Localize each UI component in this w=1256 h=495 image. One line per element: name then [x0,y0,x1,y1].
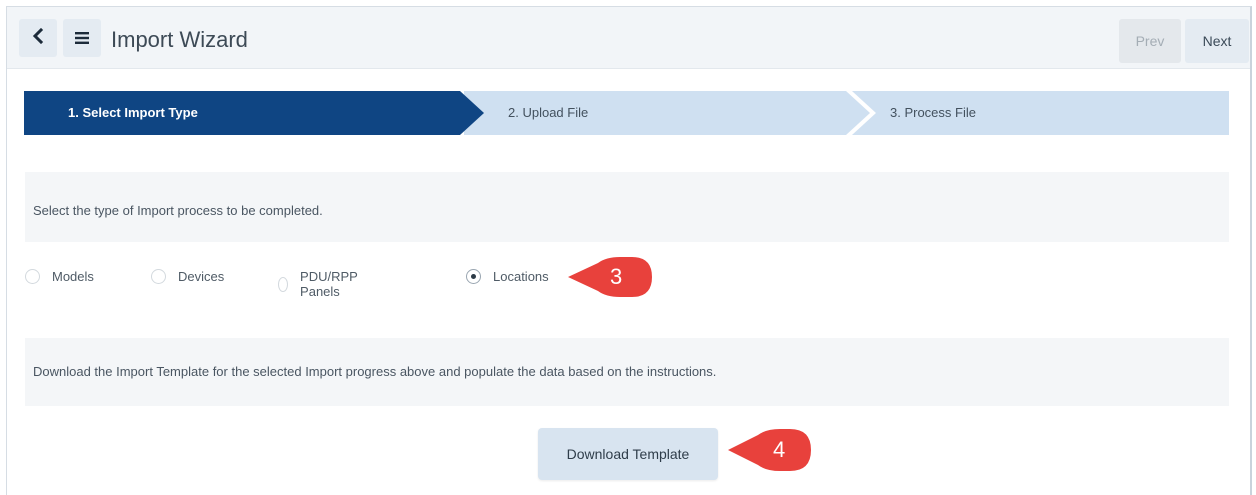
radio-circle[interactable] [25,269,40,284]
download-template-button[interactable]: Download Template [538,428,718,480]
next-button[interactable]: Next [1185,19,1249,63]
radio-label: PDU/RPP Panels [300,269,358,299]
callout-marker-4: 4 [728,428,812,472]
hamburger-menu-icon [75,27,89,50]
radio-label: Models [52,269,94,284]
step-2-label[interactable]: 2. Upload File [508,105,588,120]
header-bar: Import Wizard Prev Next [7,7,1250,69]
wizard-steps: 1. Select Import Type 2. Upload File 3. … [24,91,1229,135]
select-type-instruction: Select the type of Import process to be … [33,203,323,218]
radio-models[interactable]: Models [25,269,94,284]
radio-label: Locations [493,269,549,284]
radio-locations[interactable]: Locations [466,269,549,284]
radio-circle[interactable] [278,276,289,292]
prev-button[interactable]: Prev [1119,19,1181,63]
download-template-panel: Download the Import Template for the sel… [25,338,1229,406]
back-button[interactable] [19,19,57,57]
step-1-label[interactable]: 1. Select Import Type [68,105,198,120]
callout-marker-3: 3 [568,256,654,298]
callout-number: 4 [773,437,786,462]
chevron-left-icon [31,27,45,50]
window-frame [6,6,1252,495]
menu-button[interactable] [63,19,101,57]
download-instruction: Download the Import Template for the sel… [33,364,717,379]
page-title: Import Wizard [111,27,248,52]
radio-devices[interactable]: Devices [151,269,224,284]
radio-label: Devices [178,269,225,284]
select-type-panel: Select the type of Import process to be … [25,172,1229,242]
callout-number: 3 [610,264,623,289]
radio-circle-checked[interactable] [466,269,481,284]
radio-circle[interactable] [151,269,166,284]
radio-pdu-rpp-panels[interactable]: PDU/RPP Panels [278,269,363,299]
step-3-label[interactable]: 3. Process File [890,105,976,120]
